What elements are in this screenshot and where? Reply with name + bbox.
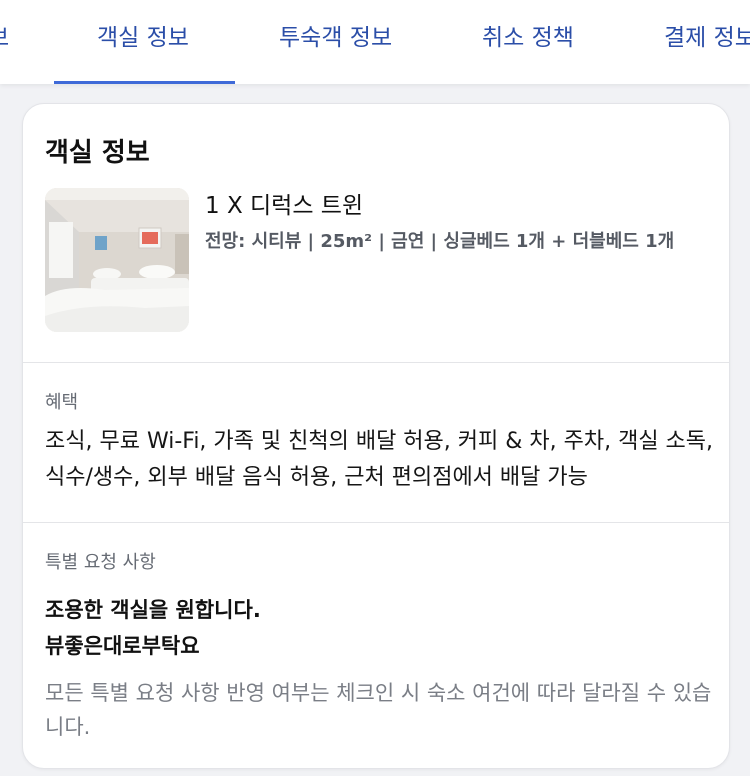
divider xyxy=(23,362,729,363)
room-name: 1 X 디럭스 트윈 xyxy=(205,193,364,219)
special-request-line: 뷰좋은대로부탁요 xyxy=(45,634,200,658)
room-info-card: 객실 정보 1 X 디럭스 트윈 전망: 시티뷰 | 25m² | 금연 | 싱… xyxy=(22,103,730,769)
benefits-label: 혜택 xyxy=(45,392,79,413)
tab-guest-info[interactable]: 투숙객 정보 xyxy=(279,0,392,84)
divider xyxy=(23,522,729,523)
tab-bar: 보 객실 정보 투숙객 정보 취소 정책 결제 정보 xyxy=(0,0,750,84)
special-request-line: 조용한 객실을 원합니다. xyxy=(45,598,261,622)
card-title: 객실 정보 xyxy=(45,138,150,168)
room-photo[interactable] xyxy=(45,188,189,332)
tab-cancel-policy[interactable]: 취소 정책 xyxy=(482,0,574,84)
tab-room-info[interactable]: 객실 정보 xyxy=(97,0,189,84)
active-tab-indicator xyxy=(54,81,235,84)
special-requests-label: 특별 요청 사항 xyxy=(45,552,156,573)
benefits-text: 조식, 무료 Wi-Fi, 가족 및 친척의 배달 허용, 커피 & 차, 주차… xyxy=(45,429,714,490)
tab-payment-info[interactable]: 결제 정보 xyxy=(664,0,750,84)
special-requests-notice: 모든 특별 요청 사항 반영 여부는 체크인 시 숙소 여건에 따라 달라질 수… xyxy=(45,681,712,739)
room-photo-image xyxy=(45,188,189,332)
room-detail: 전망: 시티뷰 | 25m² | 금연 | 싱글베드 1개 + 더블베드 1개 xyxy=(205,231,675,252)
tab-room-partial[interactable]: 보 xyxy=(0,0,9,84)
